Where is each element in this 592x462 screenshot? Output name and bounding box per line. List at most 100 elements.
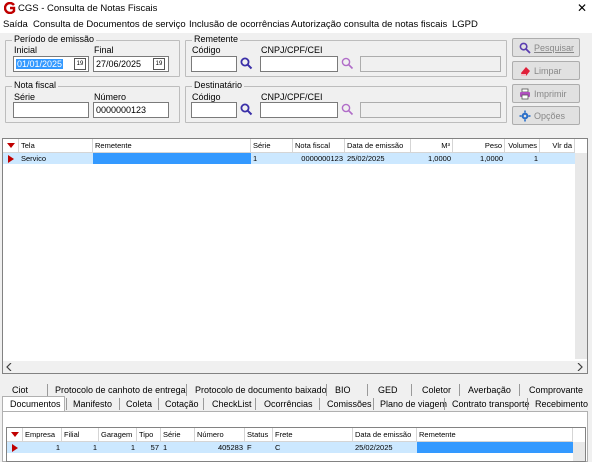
cell-numero: 405283 [217, 443, 243, 452]
cell-m3: 1,0000 [428, 154, 451, 163]
close-icon[interactable]: ✕ [574, 0, 590, 16]
search-icon[interactable] [341, 57, 354, 70]
tab-averbacao[interactable]: Averbação [468, 385, 511, 395]
opcoes-label: Opções [534, 110, 566, 121]
cell-garagem: 1 [130, 443, 135, 452]
menu-saida[interactable]: Saída [3, 19, 28, 30]
grid-menu-header[interactable] [3, 139, 19, 153]
grid-menu-header[interactable] [7, 428, 23, 442]
scroll-left-icon[interactable] [6, 363, 12, 371]
destinatario-codigo-input[interactable] [191, 102, 237, 118]
search-icon [519, 42, 531, 54]
tab-comprovante[interactable]: Comprovante [529, 385, 583, 395]
col-header-volumes[interactable]: Volumes [505, 139, 540, 153]
tab-contrato-transporte[interactable]: Contrato transporte [452, 399, 530, 409]
tab-protocolo-documento[interactable]: Protocolo de documento baixado [195, 385, 327, 395]
calendar-icon[interactable]: 19 [153, 58, 165, 70]
row-pointer-icon [12, 444, 18, 452]
tab-cotacao[interactable]: Cotação [165, 399, 199, 409]
vertical-scrollbar[interactable] [573, 442, 585, 461]
tab-plano-viagem[interactable]: Plano de viagem [380, 399, 447, 409]
col-header-numero[interactable]: Número [195, 428, 245, 442]
tab-separator [319, 398, 320, 410]
col-header-vlr[interactable]: Vlr da [540, 139, 575, 153]
scroll-right-icon[interactable] [577, 363, 583, 371]
gear-icon [519, 110, 531, 121]
numero-input[interactable]: 0000000123 [93, 102, 169, 118]
tab-coleta[interactable]: Coleta [126, 399, 152, 409]
documentos-grid: Empresa Filial Garagem Tipo Série Número… [6, 427, 586, 462]
search-icon[interactable] [240, 57, 253, 70]
col-header-tela[interactable]: Tela [19, 139, 93, 153]
col-header-status[interactable]: Status [245, 428, 273, 442]
eraser-icon [521, 66, 530, 76]
tab-separator [367, 384, 368, 396]
col-header-serie[interactable]: Série [161, 428, 195, 442]
tab-bio[interactable]: BIO [335, 385, 351, 395]
remetente-codigo-label: Código [192, 45, 221, 55]
search-icon[interactable] [240, 103, 253, 116]
app-logo-icon [4, 2, 16, 14]
menu-inclusao-ocorrencias[interactable]: Inclusão de ocorrências [189, 19, 289, 30]
col-header-m3[interactable]: M³ [411, 139, 453, 153]
numero-label: Número [94, 92, 127, 102]
col-header-garagem[interactable]: Garagem [99, 428, 137, 442]
vertical-scrollbar[interactable] [575, 153, 587, 359]
col-header-tipo[interactable]: Tipo [137, 428, 161, 442]
col-header-data-emissao[interactable]: Data de emissão [345, 139, 411, 153]
table-row[interactable]: Servico 1 0000000123 25/02/2025 1,0000 1… [3, 153, 575, 164]
cell-frete: C [275, 443, 281, 452]
window-title: CGS - Consulta de Notas Fiscais [18, 3, 158, 14]
search-icon[interactable] [341, 103, 354, 116]
limpar-button[interactable]: Limpar [512, 61, 580, 80]
serie-input[interactable] [13, 102, 89, 118]
col-header-remetente[interactable]: Remetente [417, 428, 573, 442]
tab-recebimento[interactable]: Recebimento [535, 399, 588, 409]
cell-nota-fiscal: 0000000123 [301, 154, 343, 163]
tab-separator [527, 398, 528, 410]
col-header-filial[interactable]: Filial [62, 428, 99, 442]
tab-manifesto[interactable]: Manifesto [73, 399, 112, 409]
opcoes-button[interactable]: Opções [512, 106, 580, 125]
tab-separator [326, 384, 327, 396]
remetente-codigo-input[interactable] [191, 56, 237, 72]
tab-coletor[interactable]: Coletor [422, 385, 451, 395]
calendar-icon[interactable]: 19 [74, 58, 86, 70]
cell-empresa: 1 [55, 443, 60, 452]
tab-protocolo-canhoto[interactable]: Protocolo de canhoto de entrega [55, 385, 186, 395]
col-header-peso[interactable]: Peso [453, 139, 505, 153]
tab-ged[interactable]: GED [378, 385, 398, 395]
inicial-label: Inicial [14, 45, 38, 55]
tab-separator [47, 384, 48, 396]
cell-remetente [417, 442, 573, 453]
col-header-nota-fiscal[interactable]: Nota fiscal [293, 139, 345, 153]
col-header-empresa[interactable]: Empresa [23, 428, 62, 442]
tab-separator [519, 384, 520, 396]
dropdown-arrow-icon [11, 432, 19, 437]
tab-separator [411, 384, 412, 396]
tab-ocorrencias[interactable]: Ocorrências [264, 399, 313, 409]
tab-documentos[interactable]: Documentos [10, 399, 61, 409]
tab-checklist[interactable]: CheckList [212, 399, 252, 409]
menu-lgpd[interactable]: LGPD [452, 19, 478, 30]
tab-separator [255, 398, 256, 410]
imprimir-button[interactable]: Imprimir [512, 84, 580, 103]
pesquisar-button[interactable]: Pesquisar [512, 38, 580, 57]
tab-comissoes[interactable]: Comissões [327, 399, 372, 409]
remetente-cnpj-input[interactable] [260, 56, 338, 72]
tab-separator [66, 398, 67, 410]
horizontal-scrollbar[interactable] [3, 361, 587, 373]
menu-autorizacao[interactable]: Autorização consulta de notas fiscais [291, 19, 447, 30]
destinatario-cnpj-input[interactable] [260, 102, 338, 118]
tab-separator [459, 384, 460, 396]
table-row[interactable]: 1 1 1 57 1 405283 F C 25/02/2025 [7, 442, 573, 453]
col-header-serie[interactable]: Série [251, 139, 293, 153]
tab-separator [186, 384, 187, 396]
col-header-remetente[interactable]: Remetente [93, 139, 251, 153]
menu-consulta-documentos[interactable]: Consulta de Documentos de serviço [33, 19, 186, 30]
cell-remetente [93, 153, 251, 164]
col-header-data-emissao[interactable]: Data de emissão [353, 428, 417, 442]
col-header-frete[interactable]: Frete [273, 428, 353, 442]
cell-serie: 1 [163, 443, 168, 452]
tab-ciot[interactable]: Ciot [12, 385, 28, 395]
